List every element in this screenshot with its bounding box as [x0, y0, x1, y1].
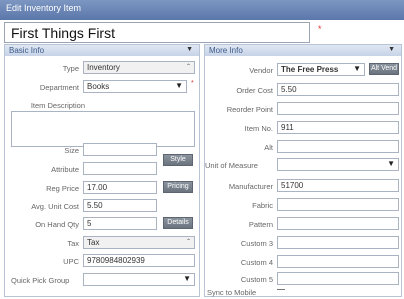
avg-unit-cost-input[interactable]: 5.50 [83, 199, 157, 212]
attribute-label: Attribute [51, 165, 79, 174]
style-button[interactable]: Style [163, 154, 193, 166]
item-name-input[interactable]: First Things First [4, 22, 310, 43]
chevron-icon: ⌃ [185, 239, 191, 245]
type-label: Type [62, 64, 79, 73]
sync-to-mobile-checkbox[interactable] [277, 289, 285, 292]
dropdown-arrow-icon: ▼ [183, 274, 191, 283]
reorder-point-input[interactable] [277, 102, 399, 115]
upc-label: UPC [63, 257, 79, 266]
collapse-triangle-icon[interactable]: ▼ [186, 46, 193, 53]
sync-to-mobile-label: Sync to Mobile [207, 288, 257, 297]
custom-4-input[interactable] [277, 255, 399, 268]
item-no-label: Item No. [244, 124, 273, 133]
tax-label: Tax [67, 239, 79, 248]
size-label: Size [64, 146, 79, 155]
size-input[interactable] [83, 143, 157, 156]
reg-price-label: Reg Price [46, 184, 79, 193]
fabric-input[interactable] [277, 198, 399, 211]
alt-label: Alt [264, 143, 273, 152]
order-cost-input[interactable]: 5.50 [277, 83, 399, 96]
vendor-select[interactable]: The Free Press ▼ [277, 63, 365, 76]
reorder-point-label: Reorder Point [226, 105, 273, 114]
item-name-row: First Things First * [4, 22, 400, 44]
item-no-input[interactable]: 911 [277, 121, 399, 134]
department-label: Department [39, 83, 79, 92]
on-hand-qty-input[interactable]: 5 [83, 217, 157, 230]
type-select[interactable]: Inventory ⌃ [83, 61, 195, 74]
dropdown-arrow-icon: ▼ [353, 64, 361, 73]
department-value: Books [87, 82, 110, 91]
quick-pick-group-select[interactable]: ▼ [83, 273, 195, 286]
more-info-header[interactable]: More Info ▼ [205, 45, 401, 56]
window-title-bar: Edit Inventory Item [0, 0, 404, 20]
avg-unit-cost-label: Avg. Unit Cost [31, 202, 79, 211]
custom-5-input[interactable] [277, 272, 399, 285]
quick-pick-group-label: Quick Pick Group [11, 276, 70, 285]
vendor-value: The Free Press [281, 65, 339, 74]
custom-3-input[interactable] [277, 236, 399, 249]
pattern-label: Pattern [248, 220, 273, 229]
more-info-title: More Info [209, 46, 243, 55]
type-value: Inventory [87, 63, 120, 72]
alt-vend-button[interactable]: Alt Vend [369, 63, 399, 75]
chevron-icon: ⌃ [185, 64, 191, 70]
manufacturer-input[interactable]: 51700 [277, 179, 399, 192]
window-title: Edit Inventory Item [6, 3, 82, 13]
tax-select[interactable]: Tax ⌃ [83, 236, 195, 249]
more-info-panel: More Info ▼ Vendor The Free Press ▼ Alt … [204, 44, 402, 297]
custom-4-label: Custom 4 [240, 258, 273, 267]
tax-value: Tax [87, 238, 100, 247]
reg-price-input[interactable]: 17.00 [83, 181, 157, 194]
fabric-label: Fabric [252, 201, 273, 210]
unit-of-measure-select[interactable]: ▼ [277, 158, 399, 171]
unit-of-measure-label: Unit of Measure [205, 161, 258, 170]
alt-input[interactable] [277, 140, 399, 153]
attribute-input[interactable] [83, 162, 157, 175]
dropdown-arrow-icon: ▼ [387, 159, 395, 168]
order-cost-label: Order Cost [236, 86, 273, 95]
custom-3-label: Custom 3 [240, 239, 273, 248]
item-description-label: Item Description [30, 101, 85, 110]
department-required-marker: * [191, 80, 194, 87]
required-marker: * [318, 24, 322, 34]
pricing-button[interactable]: Pricing [163, 181, 193, 193]
basic-info-panel: Basic Info ▼ Type Inventory ⌃ Department… [4, 44, 200, 297]
custom-5-label: Custom 5 [240, 275, 273, 284]
collapse-triangle-icon[interactable]: ▼ [388, 46, 395, 53]
item-description-textarea[interactable] [11, 111, 195, 147]
vendor-label: Vendor [249, 66, 273, 75]
dropdown-arrow-icon: ▼ [175, 81, 183, 90]
manufacturer-label: Manufacturer [228, 182, 273, 191]
basic-info-title: Basic Info [9, 46, 45, 55]
department-select[interactable]: Books ▼ [83, 80, 187, 93]
basic-info-header[interactable]: Basic Info ▼ [5, 45, 199, 56]
on-hand-qty-label: On Hand Qty [35, 220, 79, 229]
upc-input[interactable]: 9780984802939 [83, 254, 195, 267]
pattern-input[interactable] [277, 217, 399, 230]
details-button[interactable]: Details [163, 217, 193, 229]
